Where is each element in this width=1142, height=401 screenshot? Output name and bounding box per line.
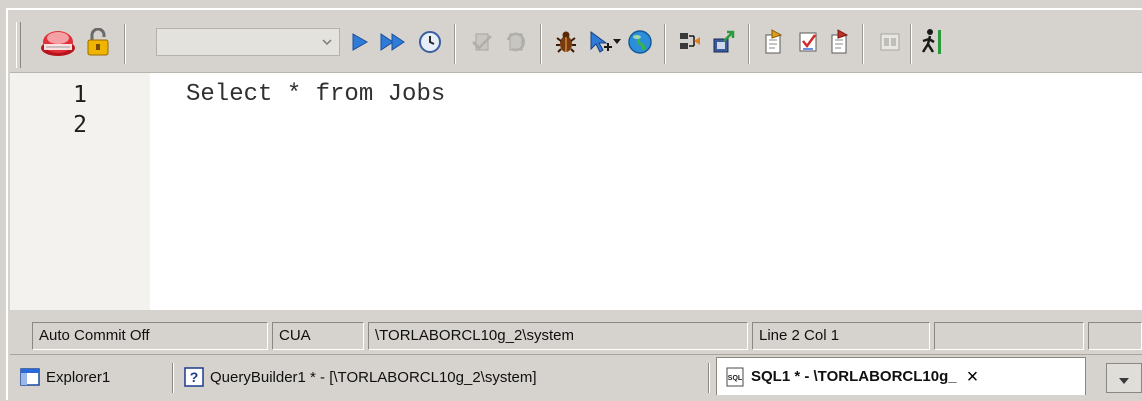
toolbar-grip[interactable] — [16, 22, 21, 68]
tab-separator — [708, 363, 710, 393]
line-number: 2 — [73, 112, 87, 138]
explorer-window-icon — [20, 367, 40, 387]
toolbar-separator — [862, 24, 864, 64]
svg-text:SQL: SQL — [728, 375, 743, 382]
sql-file-icon: SQL — [725, 367, 745, 387]
tab-sql1[interactable]: SQL SQL1 * - \TORLABORCL10g_ × — [716, 357, 1086, 395]
check-icon[interactable] — [792, 26, 824, 58]
explain-plan-icon[interactable] — [414, 26, 446, 58]
cursor-position-status: Line 2 Col 1 — [752, 322, 930, 350]
history-icon[interactable] — [758, 26, 790, 58]
connection-status: \TORLABORCL10g_2\system — [368, 322, 748, 350]
close-icon[interactable]: × — [967, 367, 979, 387]
line-number-gutter: 1 2 — [10, 73, 150, 310]
sql-editor[interactable]: 1 2 Select * from Jobs — [10, 73, 1142, 310]
tab-label: QueryBuilder1 * - [\TORLABORCL10g_2\syst… — [210, 368, 537, 386]
tab-separator — [172, 363, 174, 393]
toolbar-separator — [454, 24, 456, 64]
debug-icon[interactable] — [550, 26, 582, 58]
tab-querybuilder1[interactable]: ? QueryBuilder1 * - [\TORLABORCL10g_2\sy… — [178, 361, 702, 393]
chevron-down-icon — [1119, 369, 1129, 388]
export-icon[interactable] — [708, 26, 740, 58]
toolbar-separator — [910, 24, 912, 64]
status-bar: Auto Commit Off CUA \TORLABORCL10g_2\sys… — [10, 318, 1142, 352]
lock-icon[interactable] — [82, 26, 114, 58]
toolbar-separator — [540, 24, 542, 64]
execute-icon[interactable] — [344, 26, 376, 58]
rollback-icon[interactable] — [500, 26, 532, 58]
sql-toolbar — [10, 12, 1142, 73]
describe-icon[interactable] — [824, 26, 856, 58]
tab-label: Explorer1 — [46, 368, 111, 386]
status-panel-extra — [934, 322, 1084, 350]
help-question-icon: ? — [184, 367, 204, 387]
run-person-icon[interactable] — [916, 26, 948, 58]
code-line[interactable]: Select * from Jobs — [186, 81, 445, 109]
commit-mode-status[interactable]: Auto Commit Off — [32, 322, 268, 350]
chevron-down-icon[interactable] — [610, 26, 624, 58]
web-icon[interactable] — [624, 26, 656, 58]
database-connection-icon[interactable] — [36, 26, 80, 58]
chevron-down-icon[interactable] — [317, 31, 337, 53]
toolbar-separator — [748, 24, 750, 64]
format-icon[interactable] — [674, 26, 706, 58]
tab-label: SQL1 * - \TORLABORCL10g_ — [751, 368, 957, 385]
output-icon[interactable] — [874, 26, 906, 58]
tab-list-dropdown[interactable] — [1106, 363, 1142, 393]
toolbar-separator — [664, 24, 666, 64]
tab-explorer1[interactable]: Explorer1 — [16, 361, 168, 393]
status-panel-extra — [1088, 322, 1142, 350]
svg-text:?: ? — [190, 369, 199, 385]
toolbar-separator — [124, 24, 126, 64]
window-tab-bar: Explorer1 ? QueryBuilder1 * - [\TORLABOR… — [10, 354, 1142, 401]
execute-script-icon[interactable] — [378, 26, 410, 58]
connection-combo[interactable] — [156, 28, 340, 56]
keymap-status: CUA — [272, 322, 364, 350]
commit-icon[interactable] — [466, 26, 498, 58]
line-number: 1 — [73, 82, 87, 108]
